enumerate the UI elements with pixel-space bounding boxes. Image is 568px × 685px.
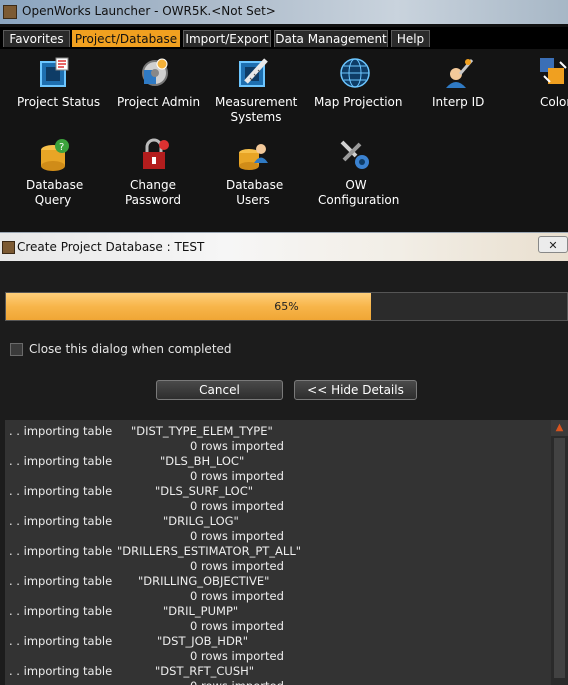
log-table-name: "DST_JOB_HDR" — [157, 634, 249, 648]
log-table-name: "DST_RFT_CUSH" — [155, 664, 255, 678]
close-button[interactable]: ✕ — [538, 236, 568, 253]
log-row: . . importing table "DLS_BH_LOC" 0 rows im… — [5, 452, 551, 483]
launcher-tab-bar: Favorites Project/Database Import/Export… — [0, 27, 568, 49]
dialog-title: Create Project Database : TEST — [17, 240, 205, 254]
progress-percent: 65% — [274, 300, 299, 313]
log-rows-imported: 0 rows imported — [190, 589, 284, 603]
tab-project-database[interactable]: Project/Database — [72, 30, 180, 47]
tools-panel: Project Status Project Admin Measurement… — [0, 49, 568, 232]
tool-label: Measurement Systems — [215, 95, 298, 124]
log-rows-imported: 0 rows imported — [190, 529, 284, 543]
launcher-title: OpenWorks Launcher - OWR5K.<Not Set> — [22, 4, 276, 18]
log-prefix: . . importing table — [9, 574, 113, 588]
log-row: . . importing table "DRIL_PUMP" 0 rows imp… — [5, 602, 551, 633]
tool-database-query[interactable]: ? Database Query — [0, 133, 106, 209]
log-prefix: . . importing table — [9, 634, 113, 648]
log-row: . . importing table "DRILLING_OBJECTIVE" 0… — [5, 572, 551, 603]
openworks-launcher-window: OpenWorks Launcher - OWR5K.<Not Set> Fav… — [0, 0, 568, 232]
tool-label: Project Status — [17, 95, 101, 109]
log-prefix: . . importing table — [9, 424, 113, 438]
measurement-systems-icon — [239, 58, 268, 87]
tool-measurement-systems[interactable]: Measurement Systems — [210, 49, 302, 124]
tab-data-management[interactable]: Data Management — [274, 30, 388, 47]
tool-label: Change Password — [124, 178, 182, 207]
log-table-name: "DRILLING_OBJECTIVE" — [138, 574, 270, 588]
globe-icon — [340, 58, 370, 88]
log-scrollbar[interactable]: ▲ — [551, 420, 568, 685]
log-prefix: . . importing table — [9, 514, 113, 528]
progress-bar: 65% — [5, 292, 568, 321]
hide-details-button[interactable]: << Hide Details — [294, 380, 417, 400]
tools-gear-icon — [340, 140, 369, 169]
close-icon: ✕ — [548, 239, 558, 252]
log-rows-imported: 0 rows imported — [190, 439, 284, 453]
log-rows-imported: 0 rows imported — [190, 619, 284, 633]
log-row: . . importing table "DIST_TYPE_ELEM_TYPE"… — [5, 422, 551, 453]
tool-map-projection[interactable]: Map Projection — [302, 49, 408, 119]
log-row: . . importing table "DRILLERS_ESTIMATOR_P… — [5, 542, 551, 573]
project-admin-icon — [142, 58, 168, 86]
tool-color[interactable]: Color — [502, 49, 568, 119]
log-table-name: "DRILLERS_ESTIMATOR_PT_ALL" — [117, 544, 302, 558]
database-users-icon — [239, 144, 268, 170]
log-rows-imported: 0 rows imported — [190, 679, 284, 685]
color-icon — [540, 58, 567, 84]
log-rows-imported: 0 rows imported — [190, 649, 284, 663]
dialog-app-icon — [2, 241, 15, 254]
launcher-title-bar[interactable]: OpenWorks Launcher - OWR5K.<Not Set> — [0, 0, 568, 24]
scrollbar-track[interactable] — [554, 438, 565, 678]
project-status-icon — [40, 57, 69, 87]
log-prefix: . . importing table — [9, 664, 113, 678]
log-table-name: "DLS_SURF_LOC" — [155, 484, 254, 498]
log-row: . . importing table "DST_RFT_CUSH"0 rows … — [5, 662, 551, 685]
tool-change-password[interactable]: Change Password — [106, 133, 200, 209]
dialog-body: 65% Close this dialog when completed Can… — [0, 261, 568, 685]
log-row: . . importing table "DLS_SURF_LOC" 0 rows … — [5, 482, 551, 513]
log-rows-imported: 0 rows imported — [190, 559, 284, 573]
log-table-name: "DRIL_PUMP" — [163, 604, 239, 618]
tool-label: Interp ID — [432, 95, 485, 109]
log-table-name: "DLS_BH_LOC" — [160, 454, 245, 468]
dialog-title-bar[interactable]: Create Project Database : TEST ✕ — [0, 232, 568, 261]
log-table-name: "DIST_TYPE_ELEM_TYPE" — [131, 424, 273, 438]
tool-label: OW Configuration — [318, 178, 400, 207]
tool-label: Database Query — [26, 178, 84, 207]
log-rows-imported: 0 rows imported — [190, 499, 284, 513]
log-prefix: . . importing table — [9, 484, 113, 498]
tool-label: Project Admin — [117, 95, 201, 109]
tool-label: Database Users — [226, 178, 284, 207]
close-when-completed-label: Close this dialog when completed — [29, 342, 232, 356]
tool-database-users[interactable]: Database Users — [200, 133, 306, 209]
tab-help[interactable]: Help — [391, 30, 430, 47]
log-prefix: . . importing table — [9, 544, 113, 558]
tool-label: Map Projection — [314, 95, 403, 109]
log-prefix: . . importing table — [9, 454, 113, 468]
tab-import-export[interactable]: Import/Export — [183, 30, 271, 47]
svg-text:?: ? — [59, 142, 64, 153]
details-log[interactable]: . . importing table "DIST_TYPE_ELEM_TYPE"… — [5, 420, 551, 685]
scroll-up-arrow-icon[interactable]: ▲ — [551, 420, 568, 436]
app-icon — [3, 5, 17, 19]
log-prefix: . . importing table — [9, 604, 113, 618]
tab-favorites[interactable]: Favorites — [3, 30, 70, 47]
tool-ow-configuration[interactable]: OW Configuration — [306, 133, 406, 209]
tool-label: Color — [540, 95, 568, 109]
close-when-completed-checkbox[interactable] — [10, 343, 23, 356]
database-query-icon: ? — [41, 139, 69, 171]
interp-id-icon — [446, 59, 474, 88]
tool-project-status[interactable]: Project Status — [0, 49, 110, 119]
log-row: . . importing table "DRILG_LOG" 0 rows imp… — [5, 512, 551, 543]
log-rows-imported: 0 rows imported — [190, 469, 284, 483]
tool-interp-id[interactable]: Interp ID — [408, 49, 502, 119]
tool-project-admin[interactable]: Project Admin — [110, 49, 210, 119]
padlock-icon — [143, 138, 169, 169]
cancel-button[interactable]: Cancel — [156, 380, 283, 400]
log-table-name: "DRILG_LOG" — [163, 514, 239, 528]
log-row: . . importing table "DST_JOB_HDR" 0 rows i… — [5, 632, 551, 663]
